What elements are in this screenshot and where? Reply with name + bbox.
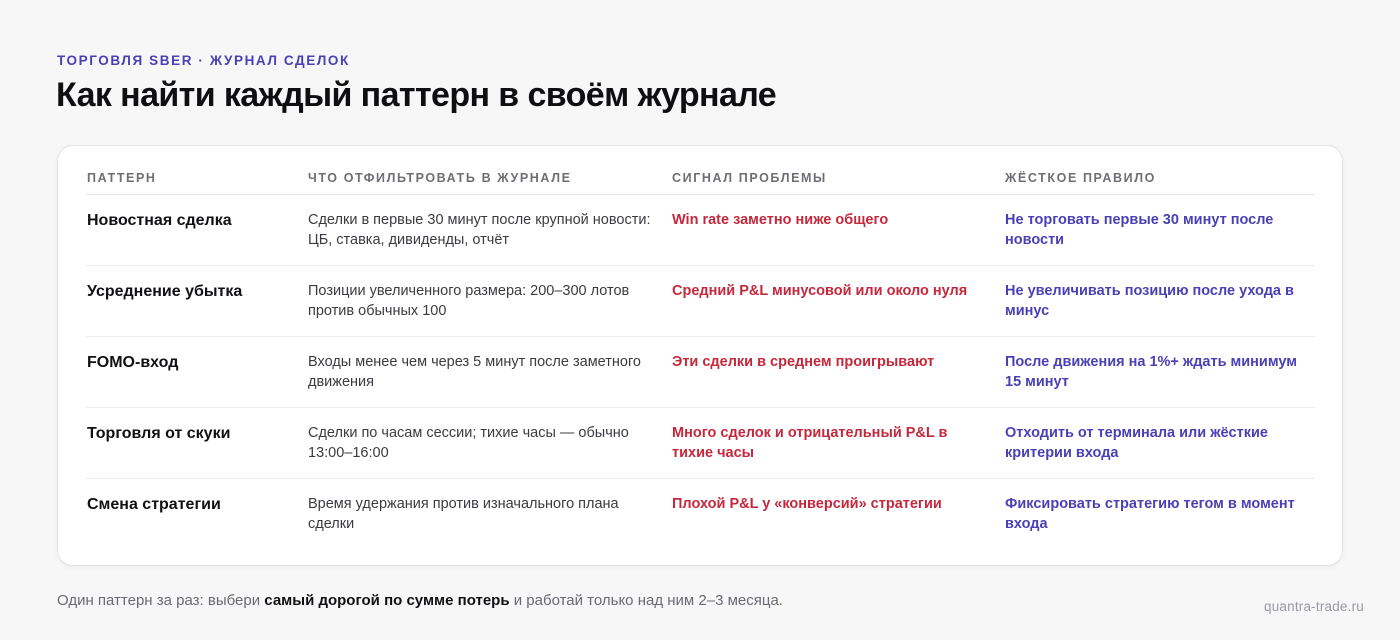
rule-cell: Не торговать первые 30 минут после новос… bbox=[1004, 194, 1315, 266]
filter-cell: Время удержания против изначального план… bbox=[308, 496, 619, 532]
rule-cell: После движения на 1%+ ждать минимум 15 м… bbox=[1004, 336, 1315, 408]
signal-cell: Win rate заметно ниже общего bbox=[671, 194, 1004, 266]
footer-text-before: Один паттерн за раз: выбери bbox=[57, 592, 265, 609]
rule-cell: Не увеличивать позицию после ухода в мин… bbox=[1004, 265, 1315, 337]
patterns-table: ПАТТЕРН ЧТО ОТФИЛЬТРОВАТЬ В ЖУРНАЛЕ СИГН… bbox=[86, 162, 1315, 550]
table-row: Новостная сделка Сделки в первые 30 мину… bbox=[86, 194, 1315, 266]
signal-cell: Плохой P&L у «конверсий» стратегии bbox=[672, 496, 942, 512]
pattern-cell: Усреднение убытка bbox=[86, 265, 307, 337]
signal-cell: Много сделок и отрицательный P&L в тихие… bbox=[671, 407, 1004, 479]
table-row: Усреднение убытка Позиции увеличенного р… bbox=[86, 265, 1315, 337]
table-row: FOMO-вход Входы менее чем через 5 минут … bbox=[86, 336, 1315, 408]
filter-cell: Позиции увеличенного размера: 200–300 ло… bbox=[307, 265, 671, 337]
footer-note: Один паттерн за раз: выбери самый дорого… bbox=[57, 592, 783, 609]
column-header-signal: СИГНАЛ ПРОБЛЕМЫ bbox=[671, 162, 1004, 195]
rule-cell: Отходить от терминала или жёсткие критер… bbox=[1004, 407, 1315, 479]
pattern-cell: Смена стратегии bbox=[87, 496, 221, 513]
column-header-filter: ЧТО ОТФИЛЬТРОВАТЬ В ЖУРНАЛЕ bbox=[307, 162, 671, 195]
table-row: Торговля от скуки Сделки по часам сессии… bbox=[86, 407, 1315, 479]
pattern-cell: Новостная сделка bbox=[86, 194, 307, 266]
filter-cell: Сделки в первые 30 минут после крупной н… bbox=[307, 194, 671, 266]
filter-cell: Сделки по часам сессии; тихие часы — обы… bbox=[307, 407, 671, 479]
column-header-pattern: ПАТТЕРН bbox=[86, 162, 307, 195]
rule-cell: Фиксировать стратегию тегом в момент вхо… bbox=[1005, 496, 1295, 532]
signal-cell: Эти сделки в среднем проигрывают bbox=[671, 336, 1004, 408]
column-header-rule: ЖЁСТКОЕ ПРАВИЛО bbox=[1004, 162, 1315, 195]
footer-text-after: и работай только над ним 2–3 месяца. bbox=[509, 592, 783, 609]
pattern-cell: Торговля от скуки bbox=[86, 407, 307, 479]
signal-cell: Средний P&L минусовой или около нуля bbox=[671, 265, 1004, 337]
table-header-row: ПАТТЕРН ЧТО ОТФИЛЬТРОВАТЬ В ЖУРНАЛЕ СИГН… bbox=[86, 162, 1315, 195]
eyebrow-label: ТОРГОВЛЯ SBER · ЖУРНАЛ СДЕЛОК bbox=[57, 53, 350, 68]
patterns-card: ПАТТЕРН ЧТО ОТФИЛЬТРОВАТЬ В ЖУРНАЛЕ СИГН… bbox=[57, 145, 1343, 566]
table-row: Смена стратегии Время удержания против и… bbox=[86, 479, 1315, 550]
filter-cell: Входы менее чем через 5 минут после заме… bbox=[307, 336, 671, 408]
site-watermark: quantra-trade.ru bbox=[1263, 599, 1364, 614]
page-title: Как найти каждый паттерн в своём журнале bbox=[56, 76, 777, 114]
pattern-cell: FOMO-вход bbox=[86, 336, 307, 408]
footer-text-emphasis: самый дорогой по сумме потерь bbox=[264, 592, 510, 609]
